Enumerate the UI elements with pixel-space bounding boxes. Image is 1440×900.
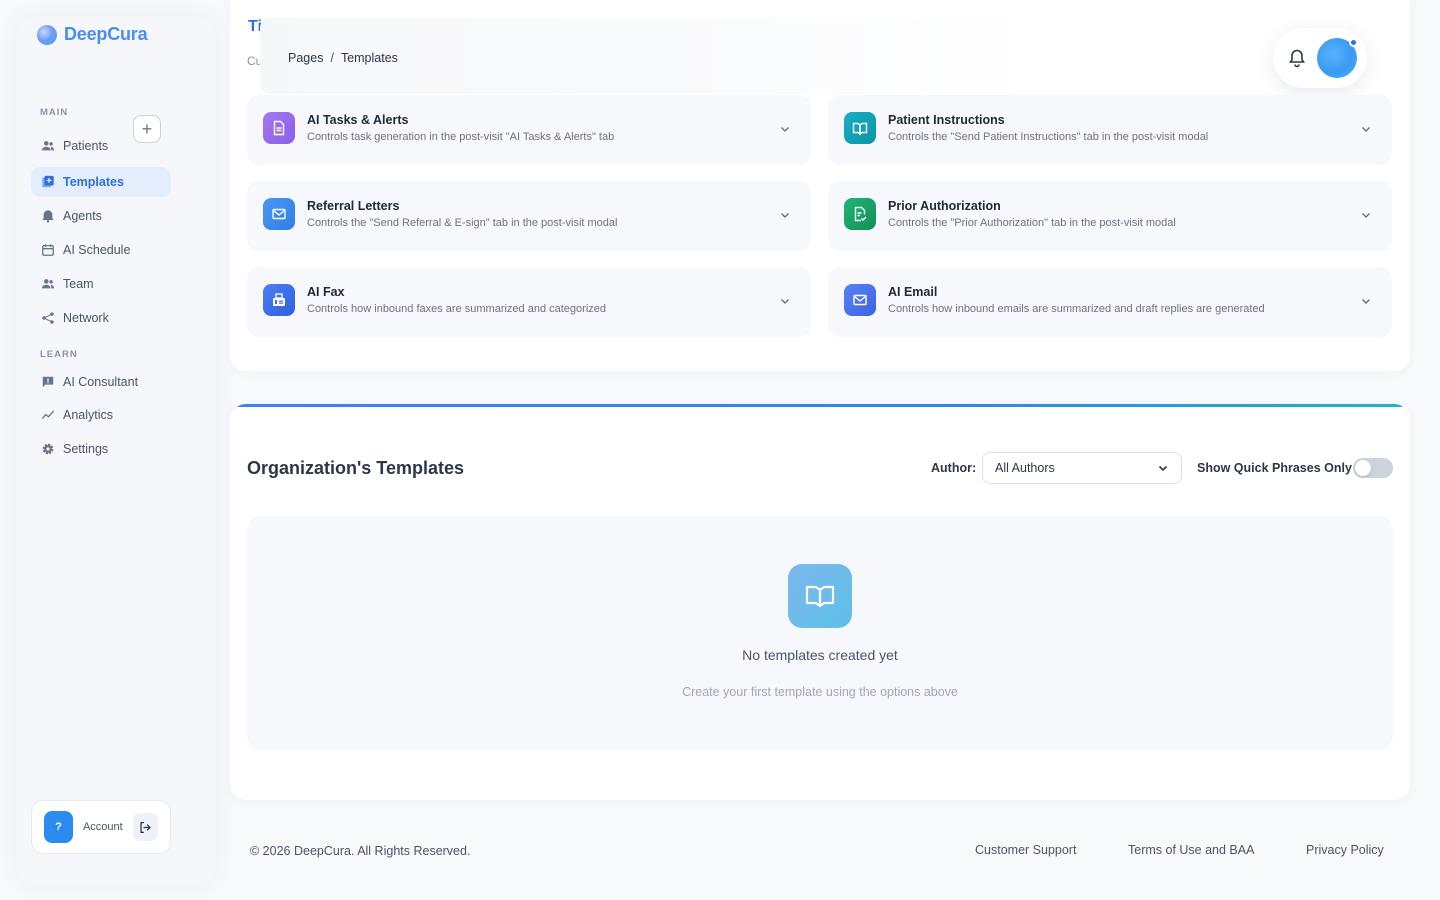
empty-state-subtitle: Create your first template using the opt… xyxy=(682,685,958,699)
calendar-icon xyxy=(42,244,54,256)
chevron-down-icon[interactable] xyxy=(779,123,791,135)
fax-icon xyxy=(263,284,295,316)
sidebar-item-ai-schedule[interactable]: AI Schedule xyxy=(31,235,171,265)
settings-card-ai-email[interactable]: AI Email Controls how inbound emails are… xyxy=(828,267,1392,337)
footer-link-privacy[interactable]: Privacy Policy xyxy=(1306,843,1384,857)
team-icon xyxy=(41,279,55,289)
settings-card-prior-authorization[interactable]: Prior Authorization Controls the "Prior … xyxy=(828,181,1392,251)
mail-icon xyxy=(263,198,295,230)
panel-accent-bar xyxy=(230,404,1410,407)
author-select-value: All Authors xyxy=(995,461,1055,475)
sidebar-item-label: Templates xyxy=(63,175,124,189)
quick-phrases-toggle[interactable] xyxy=(1353,458,1393,478)
sidebar-item-label: Patients xyxy=(63,139,109,153)
open-book-icon xyxy=(788,564,852,628)
section-title: Organization's Templates xyxy=(247,458,464,478)
settings-card-referral-letters[interactable]: Referral Letters Controls the "Send Refe… xyxy=(247,181,811,251)
online-status-dot xyxy=(1349,38,1358,47)
empty-state-title: No templates created yet xyxy=(742,647,898,663)
breadcrumb-separator: / xyxy=(330,51,334,65)
settings-card-title: Prior Authorization xyxy=(888,199,1001,213)
organization-templates-panel: Organization's Templates Author: All Aut… xyxy=(230,404,1410,800)
document-check-icon xyxy=(844,198,876,230)
settings-card-title: Referral Letters xyxy=(307,199,400,213)
chevron-down-icon[interactable] xyxy=(1360,209,1372,221)
sidebar-item-label: Analytics xyxy=(63,408,114,422)
author-filter-label: Author: xyxy=(931,461,977,475)
sidebar-item-label: Network xyxy=(63,311,109,325)
account-card: ? Account xyxy=(31,800,171,854)
footer-link-terms[interactable]: Terms of Use and BAA xyxy=(1128,843,1254,857)
sidebar-item-templates[interactable]: Templates xyxy=(31,167,171,197)
settings-card-patient-instructions[interactable]: Patient Instructions Controls the "Send … xyxy=(828,95,1392,165)
settings-card-title: AI Fax xyxy=(307,285,345,299)
settings-card-desc: Controls how inbound emails are summariz… xyxy=(888,303,1265,315)
toggle-knob xyxy=(1355,460,1371,476)
top-actions xyxy=(1273,28,1367,88)
templates-icon xyxy=(42,175,54,188)
sidebar-item-label: Settings xyxy=(63,442,109,456)
section-label-learn: LEARN xyxy=(40,349,78,360)
sidebar-item-agents[interactable]: Agents xyxy=(31,201,171,231)
chevron-down-icon[interactable] xyxy=(779,295,791,307)
gear-icon xyxy=(42,443,54,455)
users-icon xyxy=(41,141,55,151)
help-button[interactable]: ? xyxy=(44,811,73,843)
trend-icon xyxy=(41,410,55,419)
settings-card-desc: Controls the "Send Referral & E-sign" ta… xyxy=(307,217,618,229)
sidebar-item-settings[interactable]: Settings xyxy=(31,434,171,464)
book-icon xyxy=(844,112,876,144)
settings-card-ai-fax[interactable]: AI Fax Controls how inbound faxes are su… xyxy=(247,267,811,337)
section-label-main: MAIN xyxy=(40,107,69,118)
share-icon xyxy=(42,312,54,324)
chevron-down-icon[interactable] xyxy=(1360,123,1372,135)
account-link[interactable]: Account xyxy=(83,821,123,833)
chevron-down-icon xyxy=(1158,465,1168,472)
settings-card-desc: Controls the "Send Patient Instructions"… xyxy=(888,131,1209,143)
add-patient-button[interactable]: + xyxy=(133,115,161,143)
sidebar-item-analytics[interactable]: Analytics xyxy=(31,400,171,430)
settings-card-desc: Controls how inbound faxes are summarize… xyxy=(307,303,606,315)
empty-state: No templates created yet Create your fir… xyxy=(247,516,1393,750)
settings-card-title: Patient Instructions xyxy=(888,113,1005,127)
agent-bell-icon xyxy=(42,210,54,223)
quick-phrases-label: Show Quick Phrases Only xyxy=(1197,461,1352,475)
mail-icon xyxy=(844,284,876,316)
breadcrumb-current: Templates xyxy=(340,51,398,65)
chevron-down-icon[interactable] xyxy=(1360,295,1372,307)
settings-card-desc: Controls the "Prior Authorization" tab i… xyxy=(888,217,1176,229)
brand-logo-icon xyxy=(37,24,57,45)
breadcrumb: Pages / Templates xyxy=(288,51,398,65)
sidebar-item-label: AI Consultant xyxy=(63,375,139,389)
settings-card-title: AI Email xyxy=(888,285,938,299)
chevron-down-icon[interactable] xyxy=(779,209,791,221)
footer-copyright: © 2026 DeepCura. All Rights Reserved. xyxy=(250,844,471,858)
sidebar-item-ai-consultant[interactable]: AI Consultant xyxy=(31,367,171,397)
sidebar-item-label: AI Schedule xyxy=(63,243,131,257)
plus-icon: + xyxy=(141,119,153,139)
logout-icon xyxy=(140,821,151,833)
document-icon xyxy=(263,112,295,144)
chat-alert-icon xyxy=(42,376,54,388)
sidebar-item-label: Team xyxy=(63,277,94,291)
brand[interactable]: DeepCura xyxy=(37,24,148,45)
sidebar-item-team[interactable]: Team xyxy=(31,269,171,299)
sidebar-item-label: Agents xyxy=(63,209,102,223)
notification-bell-icon[interactable] xyxy=(1287,48,1307,68)
settings-card-desc: Controls task generation in the post-vis… xyxy=(307,131,615,143)
breadcrumb-parent[interactable]: Pages xyxy=(288,51,323,65)
sidebar-item-network[interactable]: Network xyxy=(31,303,171,333)
brand-name: DeepCura xyxy=(64,24,148,44)
logout-button[interactable] xyxy=(132,813,158,841)
author-select[interactable]: All Authors xyxy=(982,452,1182,484)
settings-card-title: AI Tasks & Alerts xyxy=(307,113,409,127)
settings-card-ai-tasks[interactable]: AI Tasks & Alerts Controls task generati… xyxy=(247,95,811,165)
footer-link-support[interactable]: Customer Support xyxy=(975,843,1076,857)
